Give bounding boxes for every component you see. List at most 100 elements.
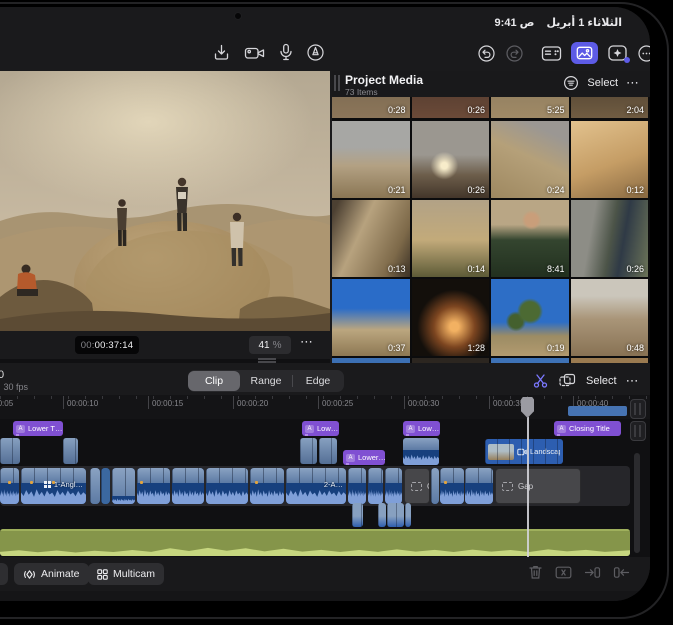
- clip-duration: 0:21: [388, 185, 406, 195]
- blade-tool-icon[interactable]: [532, 372, 549, 389]
- title-a-icon: A: [346, 454, 355, 462]
- multicam-clip[interactable]: 1-Angl…: [21, 468, 86, 504]
- media-thumbnail[interactable]: [332, 358, 410, 363]
- video-clip[interactable]: [172, 468, 204, 504]
- clip-duration: 0:24: [547, 185, 565, 195]
- title-clip-closing[interactable]: A Closing Title: [554, 421, 621, 436]
- title-clip[interactable]: A Low…: [302, 421, 339, 436]
- clip-duration: 0:48: [626, 343, 644, 353]
- connected-clip-audio[interactable]: [403, 438, 439, 465]
- undo-icon[interactable]: [477, 44, 496, 63]
- connected-clip[interactable]: [300, 438, 317, 464]
- video-clip[interactable]: [101, 468, 110, 504]
- gap-icon: [502, 482, 513, 491]
- insert-right-icon[interactable]: [613, 564, 630, 580]
- connected-clip-below[interactable]: [352, 503, 363, 527]
- media-thumbnail[interactable]: 0:12: [571, 121, 649, 198]
- insert-left-icon[interactable]: [584, 564, 601, 580]
- media-thumbnail[interactable]: 0:24: [491, 121, 569, 198]
- connected-clip-below[interactable]: [405, 503, 411, 527]
- connected-clip-below[interactable]: [387, 503, 404, 527]
- video-clip[interactable]: [137, 468, 170, 504]
- panel-drag-grip-icon[interactable]: [334, 75, 340, 91]
- video-clip[interactable]: [348, 468, 366, 504]
- more-icon[interactable]: [637, 44, 650, 63]
- connected-clip[interactable]: [319, 438, 337, 464]
- video-clip[interactable]: [90, 468, 100, 504]
- timecode-display[interactable]: 00:00:37:14: [75, 336, 139, 354]
- media-thumbnail[interactable]: 0:26: [412, 97, 490, 118]
- title-clip-label: Lower T…: [28, 424, 62, 433]
- mode-range[interactable]: Range: [240, 370, 292, 392]
- video-clip[interactable]: [465, 468, 493, 504]
- microphone-icon[interactable]: [279, 43, 293, 62]
- video-clip[interactable]: [206, 468, 248, 504]
- effects-icon[interactable]: [607, 44, 628, 62]
- media-thumbnail[interactable]: 0:37: [332, 279, 410, 356]
- vertical-scrollbar[interactable]: [634, 453, 640, 553]
- browser-panel-icon[interactable]: [541, 45, 562, 62]
- lane-collapse-button[interactable]: [630, 399, 646, 419]
- overlay-connect-icon[interactable]: [558, 372, 577, 389]
- upper-lane-clip[interactable]: [568, 406, 627, 416]
- media-thumbnail[interactable]: 8:41: [491, 200, 569, 277]
- video-clip[interactable]: [368, 468, 383, 504]
- title-clip[interactable]: A Lower T…: [13, 421, 63, 436]
- timeline-select-button[interactable]: Select: [586, 375, 617, 387]
- animate-button[interactable]: Animate: [14, 563, 89, 585]
- clip-duration: 0:26: [467, 105, 485, 115]
- partial-button[interactable]: [0, 563, 8, 585]
- panel-resize-handle[interactable]: [258, 358, 276, 363]
- media-thumbnail[interactable]: 0:48: [571, 279, 649, 356]
- connected-clip-landscape[interactable]: Landscap…: [485, 439, 563, 464]
- connected-clip[interactable]: [63, 438, 78, 464]
- timeline-ruler[interactable]: 00:00:05 00:00:10 00:00:15 00:00:20 00:0…: [0, 395, 650, 419]
- pencil-tool-icon[interactable]: [306, 43, 325, 62]
- media-thumbnail[interactable]: [571, 358, 649, 363]
- delete-icon[interactable]: [528, 564, 543, 580]
- mode-clip[interactable]: Clip: [188, 371, 240, 391]
- video-clip[interactable]: [385, 468, 402, 504]
- title-clip[interactable]: A Low…: [403, 421, 440, 436]
- lane-collapse-button[interactable]: [630, 421, 646, 441]
- video-camera-icon[interactable]: [244, 44, 266, 62]
- zoom-level-control[interactable]: 41 %: [249, 336, 291, 354]
- video-clip[interactable]: [440, 468, 464, 504]
- blade-clip-icon[interactable]: [555, 564, 572, 580]
- media-select-button[interactable]: Select: [587, 77, 618, 89]
- connected-clip-below[interactable]: [378, 503, 386, 527]
- media-thumbnail[interactable]: 0:14: [412, 200, 490, 277]
- media-thumbnail[interactable]: 2:04: [571, 97, 649, 118]
- media-thumbnail[interactable]: 0:13: [332, 200, 410, 277]
- video-clip[interactable]: [112, 468, 135, 504]
- video-clip[interactable]: [0, 468, 19, 504]
- multicam-clip[interactable]: 2-A…: [286, 468, 346, 504]
- media-thumbnail[interactable]: 0:19: [491, 279, 569, 356]
- timeline-more-icon[interactable]: ⋯: [626, 376, 640, 386]
- title-clip-label: Lower…: [358, 453, 385, 462]
- media-thumbnail[interactable]: 0:26: [571, 200, 649, 277]
- import-icon[interactable]: [212, 43, 231, 62]
- title-clip[interactable]: A Lower…: [343, 450, 385, 465]
- redo-icon[interactable]: [505, 44, 524, 63]
- ruler-label: 00:00:35: [493, 399, 524, 408]
- media-thumbnail[interactable]: [491, 358, 569, 363]
- viewer-more-icon[interactable]: ⋯: [300, 334, 314, 350]
- media-thumbnail[interactable]: 1:28: [412, 279, 490, 356]
- video-clip[interactable]: [250, 468, 284, 504]
- media-browser-icon-selected[interactable]: [571, 42, 598, 64]
- media-thumbnail[interactable]: 0:21: [332, 121, 410, 198]
- media-thumbnail[interactable]: [412, 358, 490, 363]
- mode-edge[interactable]: Edge: [292, 370, 344, 392]
- music-clip[interactable]: [0, 529, 630, 556]
- connected-clip[interactable]: [0, 438, 20, 464]
- multicam-button[interactable]: Multicam: [88, 563, 164, 585]
- gap-clip[interactable]: Gap: [495, 468, 581, 504]
- filter-icon[interactable]: [563, 75, 579, 91]
- video-clip[interactable]: [431, 468, 439, 504]
- media-thumbnail[interactable]: 5:25: [491, 97, 569, 118]
- gap-clip[interactable]: G…: [404, 468, 430, 504]
- media-more-icon[interactable]: ⋯: [626, 78, 640, 88]
- media-thumbnail[interactable]: 0:26: [412, 121, 490, 198]
- media-thumbnail[interactable]: 0:28: [332, 97, 410, 118]
